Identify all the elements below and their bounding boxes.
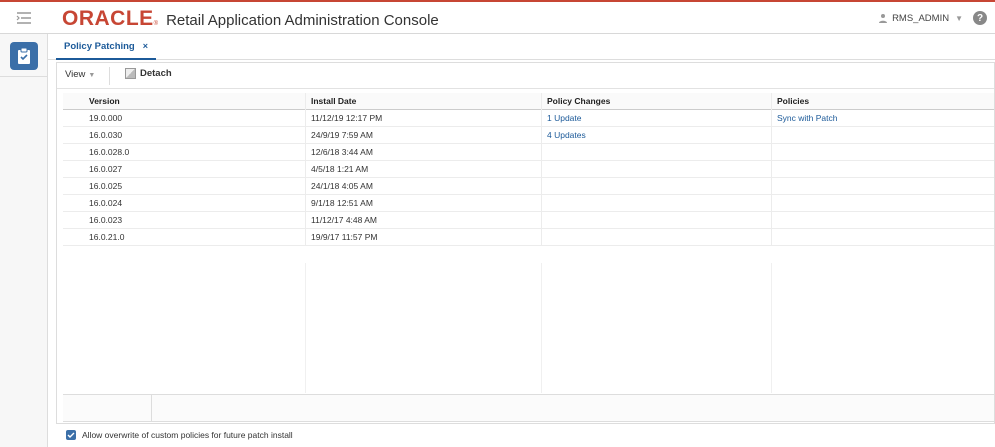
chevron-down-icon: ▼ <box>955 13 963 23</box>
tab-policy-patching[interactable]: Policy Patching × <box>56 34 157 60</box>
table-footer <box>63 394 994 422</box>
policy-changes-cell <box>547 212 773 229</box>
version-cell: 16.0.028.0 <box>89 147 130 157</box>
policy-patching-panel: View ▼ Detach Version Install Date Policy… <box>56 62 995 424</box>
version-cell: 19.0.000 <box>89 113 123 123</box>
oracle-logo: ORACLE <box>62 7 154 30</box>
app-title: Retail Application Administration Consol… <box>166 12 439 29</box>
detach-button[interactable]: Detach <box>125 68 172 79</box>
left-rail <box>0 34 48 447</box>
table-header-row: Version Install Date Policy Changes Poli… <box>63 93 994 110</box>
policy-changes-link[interactable]: 4 Updates <box>547 127 773 144</box>
help-icon[interactable]: ? <box>973 11 987 25</box>
table-row[interactable]: 16.0.023 11/12/17 4:48 AM <box>63 212 994 229</box>
sync-with-patch-link[interactable]: Sync with Patch <box>777 110 992 127</box>
table-row[interactable]: 16.0.024 9/1/18 12:51 AM <box>63 195 994 212</box>
table-row[interactable]: 16.0.025 24/1/18 4:05 AM <box>63 178 994 195</box>
table-row[interactable]: 16.0.028.0 12/6/18 3:44 AM <box>63 144 994 161</box>
view-label: View <box>65 69 86 80</box>
table-empty-area <box>63 263 994 393</box>
column-header-policy-changes[interactable]: Policy Changes <box>547 93 773 110</box>
policies-cell <box>777 178 992 195</box>
view-menu-button[interactable]: View ▼ <box>65 69 95 80</box>
policy-changes-cell <box>547 161 773 178</box>
brand: ORACLE ® Retail Application Administratio… <box>62 7 439 30</box>
app-window: ORACLE ® Retail Application Administratio… <box>0 0 995 447</box>
tab-label: Policy Patching <box>64 40 135 52</box>
install-date-cell: 4/5/18 1:21 AM <box>311 164 369 174</box>
policies-cell <box>777 161 992 178</box>
policies-cell <box>777 212 992 229</box>
policies-cell <box>777 195 992 212</box>
policies-cell <box>777 144 992 161</box>
table-row[interactable]: 19.0.000 11/12/19 12:17 PM 1 Update Sync… <box>63 110 994 127</box>
install-date-cell: 19/9/17 11:57 PM <box>311 232 378 242</box>
install-date-cell: 11/12/19 12:17 PM <box>311 113 383 123</box>
install-date-cell: 24/9/19 7:59 AM <box>311 130 373 140</box>
navigator-toggle-icon[interactable] <box>0 2 48 34</box>
install-date-cell: 24/1/18 4:05 AM <box>311 181 373 191</box>
user-menu[interactable]: RMS_ADMIN ▼ ? <box>878 11 987 25</box>
top-header: ORACLE ® Retail Application Administratio… <box>0 0 995 34</box>
patch-history-table: Version Install Date Policy Changes Poli… <box>63 93 994 246</box>
table-toolbar: View ▼ Detach <box>57 63 994 89</box>
username: RMS_ADMIN <box>892 12 950 24</box>
allow-overwrite-label: Allow overwrite of custom policies for f… <box>82 430 293 440</box>
policy-changes-cell <box>547 229 773 246</box>
close-tab-icon[interactable]: × <box>143 41 148 51</box>
table-row[interactable]: 16.0.030 24/9/19 7:59 AM 4 Updates <box>63 127 994 144</box>
detach-label: Detach <box>140 68 172 79</box>
policy-changes-cell <box>547 195 773 212</box>
column-header-install-date[interactable]: Install Date <box>311 93 541 110</box>
chevron-down-icon: ▼ <box>88 72 96 79</box>
allow-overwrite-option[interactable]: Allow overwrite of custom policies for f… <box>66 430 293 440</box>
install-date-cell: 12/6/18 3:44 AM <box>311 147 373 157</box>
version-cell: 16.0.025 <box>89 181 123 191</box>
toolbar-divider <box>109 67 110 85</box>
policy-changes-link[interactable]: 1 Update <box>547 110 773 127</box>
tasks-clipboard-icon[interactable] <box>10 42 38 70</box>
table-row[interactable]: 16.0.21.0 19/9/17 11:57 PM <box>63 229 994 246</box>
version-cell: 16.0.030 <box>89 130 123 140</box>
policy-changes-cell <box>547 178 773 195</box>
version-cell: 16.0.027 <box>89 164 123 174</box>
column-header-version[interactable]: Version <box>89 93 309 110</box>
policy-changes-cell <box>547 144 773 161</box>
install-date-cell: 9/1/18 12:51 AM <box>311 198 373 208</box>
install-date-cell: 11/12/17 4:48 AM <box>311 215 378 225</box>
allow-overwrite-checkbox[interactable] <box>66 430 76 440</box>
version-cell: 16.0.21.0 <box>89 232 125 242</box>
column-header-policies[interactable]: Policies <box>777 93 992 110</box>
table-row[interactable]: 16.0.027 4/5/18 1:21 AM <box>63 161 994 178</box>
version-cell: 16.0.023 <box>89 215 123 225</box>
rail-divider <box>0 76 48 77</box>
user-icon <box>879 14 888 23</box>
version-cell: 16.0.024 <box>89 198 123 208</box>
detach-icon <box>125 68 136 79</box>
tab-strip: Policy Patching × <box>48 34 995 60</box>
policies-cell <box>777 127 992 144</box>
policies-cell <box>777 229 992 246</box>
